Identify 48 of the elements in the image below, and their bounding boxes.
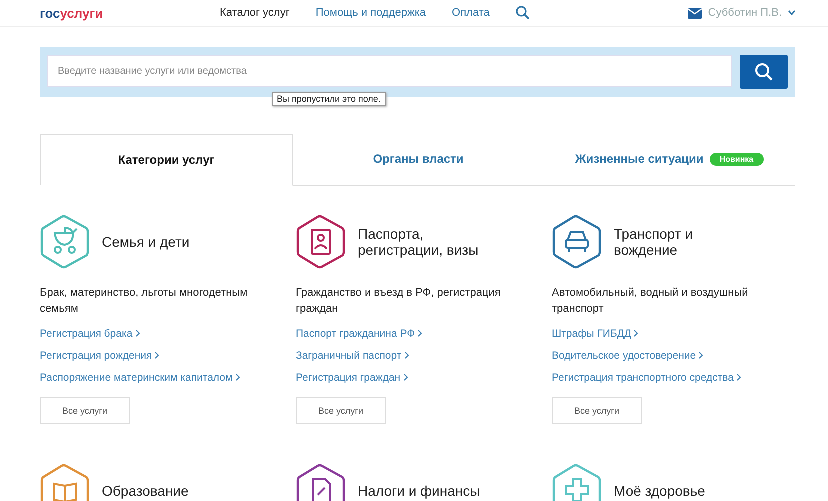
search-button[interactable]	[740, 55, 788, 89]
tab-label: Органы власти	[373, 152, 464, 166]
nav-link[interactable]: Оплата	[452, 7, 490, 19]
chevron-right-icon	[155, 352, 160, 359]
chevron-down-icon[interactable]	[788, 10, 796, 16]
service-link[interactable]: Регистрация рождения	[40, 345, 160, 367]
chevron-right-icon	[736, 374, 741, 381]
service-link[interactable]: Водительское удостоверение	[552, 345, 703, 367]
service-link[interactable]: Распоряжение материнским капиталом	[40, 367, 240, 389]
chevron-right-icon	[699, 352, 703, 359]
tab[interactable]: Жизненные ситуации Новинка	[544, 134, 795, 184]
all-services-button[interactable]: Все услуги	[552, 397, 642, 424]
category-description: Гражданство и въезд в РФ, регистрация граждан	[296, 286, 502, 317]
all-services-button[interactable]: Все услуги	[296, 397, 386, 424]
tab-label: Категории услуг	[118, 153, 215, 167]
search-icon[interactable]	[516, 6, 530, 20]
tab[interactable]: Органы власти	[293, 134, 544, 184]
service-link[interactable]: Заграничный паспорт	[296, 345, 409, 367]
category-description: Брак, материнство, льготы многодетным семьям	[40, 286, 249, 317]
chevron-right-icon	[236, 374, 240, 381]
category-title[interactable]: Налоги и финансы	[358, 483, 498, 499]
chevron-right-icon	[136, 330, 140, 337]
service-link[interactable]: Штрафы ГИБДД	[552, 323, 638, 345]
logo[interactable]: госуслуги	[40, 6, 220, 20]
chevron-right-icon	[418, 330, 422, 337]
category-title[interactable]: Образование	[102, 483, 242, 499]
nav-link[interactable]: Каталог услуг	[220, 7, 290, 19]
service-link[interactable]: Регистрация транспортного средства	[552, 367, 741, 389]
mail-icon[interactable]	[688, 8, 702, 18]
service-link[interactable]: Паспорт гражданина РФ	[296, 323, 422, 345]
all-services-button[interactable]: Все услуги	[40, 397, 130, 424]
tooltip: Вы пропустили это поле.	[272, 92, 386, 106]
nav-link[interactable]: Помощь и поддержка	[316, 7, 426, 19]
tab[interactable]: Категории услуг	[40, 134, 293, 186]
category-title[interactable]: Моё здоровье	[614, 483, 754, 499]
chevron-right-icon	[634, 330, 638, 337]
new-badge: Новинка	[710, 152, 764, 166]
chevron-right-icon	[404, 374, 408, 381]
category-title[interactable]: Семья и дети	[102, 234, 242, 250]
search-field[interactable]: Введите название услуги или ведомства	[47, 55, 732, 87]
tab-label: Жизненные ситуации	[575, 152, 704, 166]
service-link[interactable]: Регистрация граждан	[296, 367, 408, 389]
chevron-right-icon	[404, 352, 409, 359]
category-description: Автомобильный, водный и воздушный транспорт	[552, 286, 750, 317]
service-link[interactable]: Регистрация брака	[40, 323, 140, 345]
category-title[interactable]: Паспорта, регистрации, визы	[358, 226, 498, 258]
category-title[interactable]: Транспорт и вождение	[614, 226, 754, 258]
search-icon	[755, 63, 773, 81]
